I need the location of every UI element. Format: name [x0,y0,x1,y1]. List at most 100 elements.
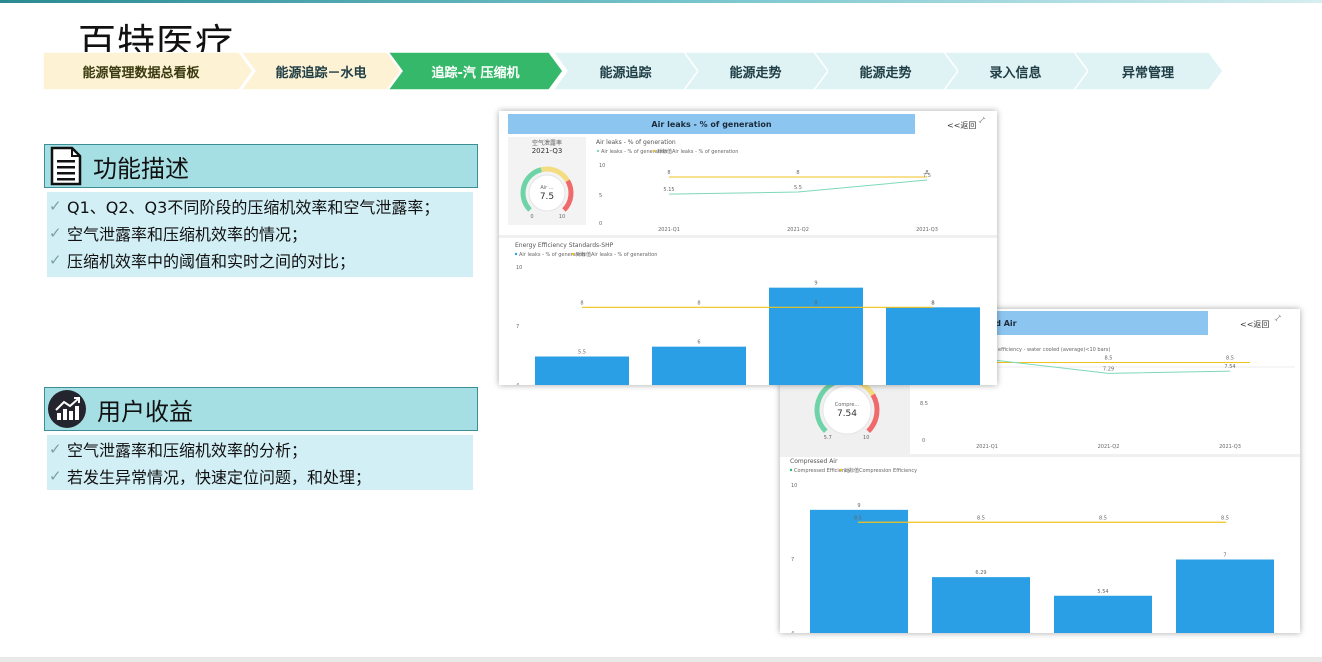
data-label: 7.5 [923,173,931,179]
data-label: 8 [796,170,799,176]
data-label: 5.5 [794,185,802,191]
air-leaks-dashboard: Air leaks - % of generation <<返回 空气泄露率 20… [499,111,997,385]
data-label: 5.15 [663,187,674,193]
legend-label: efficiency - water cooled (average)<10 b… [998,347,1110,353]
data-label: 8 [580,300,583,306]
panel-divider [780,454,1300,457]
nav-step[interactable]: 能源管理数据总看板 [43,52,253,90]
data-label: 9 [814,281,817,287]
link-icon[interactable] [978,116,986,124]
nav-step-label: 追踪-汽 压缩机 [431,65,520,81]
y-tick: 0 [922,438,925,444]
bar [1054,595,1152,633]
nav-step-label: 异常管理 [1121,65,1174,81]
nav-step-label: 录入信息 [989,65,1042,81]
nav-step-label: 能源追踪－水电 [275,65,367,81]
features-header: 功能描述 [44,144,478,188]
nav-step[interactable]: 能源走势 [813,52,958,90]
nav-step-label: 能源管理数据总看板 [82,65,200,81]
bar [535,356,629,385]
nav-step[interactable]: 追踪-汽 压缩机 [388,52,563,90]
data-label: 7.29 [1103,366,1114,372]
legend-dot [839,468,843,472]
growth-chart-icon [48,390,86,428]
data-label: 8 [931,300,934,306]
data-label: 8.5 [1221,515,1229,521]
data-label: 6.29 [975,570,986,576]
document-icon [50,146,82,186]
check-icon: ✓ [49,466,62,485]
legend-label: 对标值Air leaks - % of generation [576,251,657,258]
nav-step-label: 能源走势 [729,65,782,81]
benefits-list: ✓ 空气泄露率和压缩机效率的分析； ✓ 若发生异常情况，快速定位问题，和处理； [47,435,473,490]
back-button[interactable]: <<返回 [947,120,976,131]
features-title: 功能描述 [93,154,189,183]
nav-step[interactable]: 异常管理 [1073,52,1223,90]
y-tick: 0 [599,221,602,227]
gauge-title: 空气泄露率 [532,139,562,147]
benefits-title: 用户收益 [97,397,193,426]
x-tick: 2021-Q3 [916,227,938,233]
gauge-period: 2021-Q3 [532,147,563,155]
back-button[interactable]: <<返回 [1240,319,1269,330]
bottom-divider [0,657,1322,662]
data-label: 6 [697,340,700,346]
bar [1176,559,1274,633]
link-icon[interactable] [1274,314,1282,322]
data-label: 8.5 [1105,356,1113,362]
gauge-value: 7.54 [837,409,857,419]
y-tick: 10 [516,265,522,271]
features-list: ✓ Q1、Q2、Q3不同阶段的压缩机效率和空气泄露率； ✓ 空气泄露率和压缩机效率的… [47,192,473,277]
x-tick: 2021-Q1 [658,227,680,233]
process-nav: 能源管理数据总看板 能源追踪－水电 追踪-汽 压缩机 能源追踪 能源走势 能源走势 录入信息… [43,52,1223,90]
gauge-label: Air ... [540,185,554,191]
legend-label: 对标值Compression Efficiency [844,467,917,474]
data-label: 9 [857,503,860,509]
data-label: 8 [667,170,670,176]
check-icon: ✓ [49,439,62,458]
y-tick: 4 [791,631,794,633]
gauge-max: 10 [559,214,565,220]
nav-step[interactable]: 能源追踪 [553,52,698,90]
chart-title: Air leaks - % of generation [596,139,676,146]
legend-dot [596,149,600,153]
bar [810,509,908,633]
data-label: 5.5 [578,350,586,356]
gauge-value: 7.5 [540,192,554,202]
dashboard-charts: 空气泄露率2021-Q3Air ...7.50 10Air leaks - % o… [499,137,997,385]
list-item: ✓ 压缩机效率中的阈值和实时之间的对比； [49,250,356,271]
legend-label: Compressed Efficiency [794,468,851,474]
nav-step[interactable]: 录入信息 [943,52,1088,90]
y-tick: 4 [516,383,519,385]
nav-step[interactable]: 能源追踪－水电 [241,52,401,90]
y-tick: 8.5 [920,401,928,407]
legend-dot [789,468,793,472]
bar [932,577,1030,633]
data-label: 7.54 [1224,364,1235,370]
legend-label: 对标值Air leaks - % of generation [657,148,738,155]
gauge-min: 0 [530,214,533,220]
gauge-min: 5.7 [824,435,832,441]
x-tick: 2021-Q1 [976,444,998,450]
bar [652,346,746,385]
y-tick: 5 [599,193,602,199]
x-tick: 2021-Q2 [787,227,809,233]
legend-dot [652,149,656,153]
y-tick: 10 [791,483,797,489]
legend-dot [571,252,575,256]
panel-divider [499,235,997,238]
legend-dot [514,252,518,256]
check-icon: ✓ [49,196,62,215]
list-item: ✓ 空气泄露率和压缩机效率的情况； [49,223,308,244]
nav-step[interactable]: 能源走势 [683,52,828,90]
y-tick: 7 [516,324,519,330]
y-tick: 10 [599,163,605,169]
data-label: 8.5 [977,515,985,521]
nav-step-label: 能源走势 [859,65,912,81]
y-tick: 7 [791,557,794,563]
check-icon: ✓ [49,223,62,242]
gauge-label: Compre... [835,402,860,408]
dashboard-header: Air leaks - % of generation [508,114,915,134]
chart-title: Compressed Air [790,458,838,465]
nav-step-label: 能源追踪 [599,65,652,81]
